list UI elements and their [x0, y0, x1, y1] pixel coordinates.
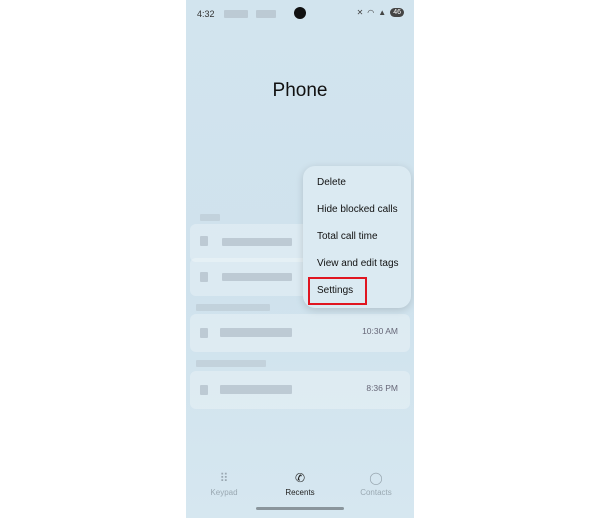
bottom-nav: ⠿ Keypad ✆ Recents ◯ Contacts: [186, 470, 414, 504]
home-indicator[interactable]: [256, 507, 344, 510]
nav-keypad[interactable]: ⠿ Keypad: [186, 470, 262, 497]
call-time: 10:30 AM: [362, 326, 398, 336]
blurred-caller: [220, 385, 292, 394]
blurred-caller: [222, 238, 292, 246]
section-heading: [196, 360, 266, 367]
call-type-icon: [200, 236, 208, 246]
call-row[interactable]: 10:30 AM: [190, 314, 410, 352]
phone-screen: 4:32 ✕ ◠ ▲ 46 Phone 10:30 AM 8:36 PM Del…: [186, 0, 414, 518]
nav-contacts-label: Contacts: [360, 488, 392, 497]
status-time: 4:32: [197, 9, 215, 19]
wifi-icon: ◠: [367, 8, 375, 17]
blurred-status-icons: [224, 10, 248, 18]
nav-recents[interactable]: ✆ Recents: [262, 470, 338, 497]
keypad-icon: ⠿: [219, 471, 229, 485]
nav-contacts[interactable]: ◯ Contacts: [338, 470, 414, 497]
page-title: Phone: [272, 80, 328, 101]
call-type-icon: [200, 385, 208, 395]
settings-highlight-box: [308, 277, 367, 305]
menu-item-hide-blocked-calls[interactable]: Hide blocked calls: [317, 204, 398, 215]
call-row[interactable]: 8:36 PM: [190, 371, 410, 409]
front-camera: [294, 7, 306, 19]
mute-icon: ✕: [356, 8, 364, 17]
call-type-icon: [200, 328, 208, 338]
status-bar: 4:32 ✕ ◠ ▲ 46: [186, 0, 414, 22]
blurred-status-icons: [256, 10, 276, 18]
nav-recents-label: Recents: [285, 488, 315, 497]
nav-keypad-label: Keypad: [210, 488, 238, 497]
status-icons: ✕ ◠ ▲ 46: [357, 8, 404, 17]
menu-item-total-call-time[interactable]: Total call time: [317, 231, 378, 242]
battery-icon: 46: [390, 8, 404, 17]
call-type-icon: [200, 272, 208, 282]
menu-item-delete[interactable]: Delete: [317, 177, 346, 188]
section-heading: [196, 304, 270, 311]
person-icon: ◯: [369, 471, 383, 485]
call-time: 8:36 PM: [366, 383, 398, 393]
blurred-caller: [220, 328, 292, 337]
signal-icon: ▲: [378, 8, 387, 17]
blurred-caller: [222, 273, 292, 281]
menu-item-view-edit-tags[interactable]: View and edit tags: [317, 258, 399, 269]
recents-phone-icon: ✆: [294, 471, 306, 485]
section-heading: [200, 214, 220, 221]
